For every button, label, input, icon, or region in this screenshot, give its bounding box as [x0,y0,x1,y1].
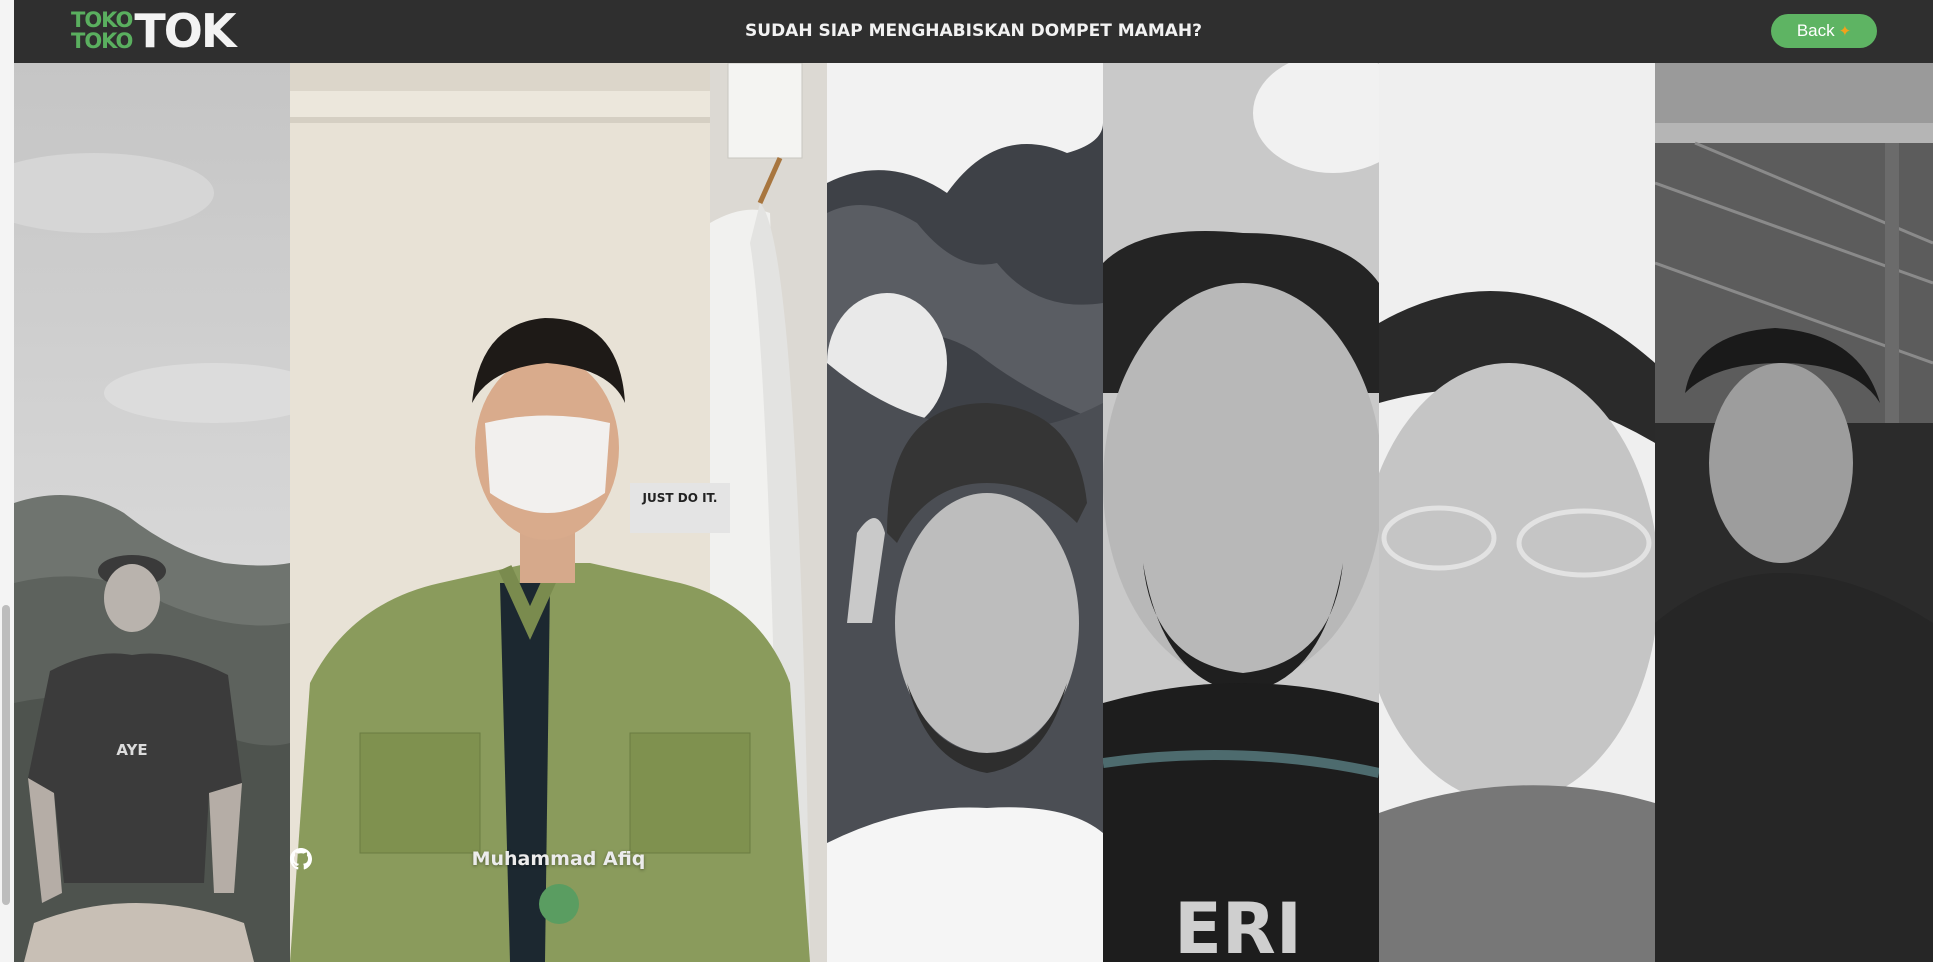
member-panel-4[interactable]: ERI [1103,63,1379,962]
member-panel-3[interactable] [827,63,1103,962]
member-photo-5 [1379,63,1655,962]
member-photo-6 [1655,63,1933,962]
member-panel-5[interactable] [1379,63,1655,962]
back-button[interactable]: Back ✦ [1771,14,1877,48]
github-icon [290,848,312,870]
svg-text:ERI: ERI [1174,888,1302,962]
member-photo-3 [827,63,1103,962]
svg-text:JUST DO IT.: JUST DO IT. [642,491,718,505]
left-gutter [0,0,15,962]
page-title: SUDAH SIAP MENGHABISKAN DOMPET MAMAH? [745,21,1202,41]
back-button-label: Back [1796,21,1835,40]
member-panel-6[interactable] [1655,63,1933,962]
member-panel-1[interactable]: AYE [14,63,290,962]
github-link-button[interactable] [290,848,579,924]
member-photo-2: JUST DO IT. [290,63,827,962]
sparkle-icon: ✦ [1838,23,1852,40]
member-name: Muhammad Afiq [471,848,646,870]
member-panel-2[interactable]: JUST DO IT. Muhammad Afiq [290,63,827,962]
top-navbar: TOKO TOKO TOK SUDAH SIAP MENGHABISKAN DO… [14,0,1933,63]
member-photo-1: AYE [14,63,290,962]
member-info: Muhammad Afiq [290,848,827,924]
team-gallery: AYE JUST DO IT. Muhammad Afiq ERI [14,63,1933,962]
svg-text:AYE: AYE [116,741,147,759]
member-photo-4: ERI [1103,63,1379,962]
scrollbar-thumb[interactable] [2,605,10,905]
